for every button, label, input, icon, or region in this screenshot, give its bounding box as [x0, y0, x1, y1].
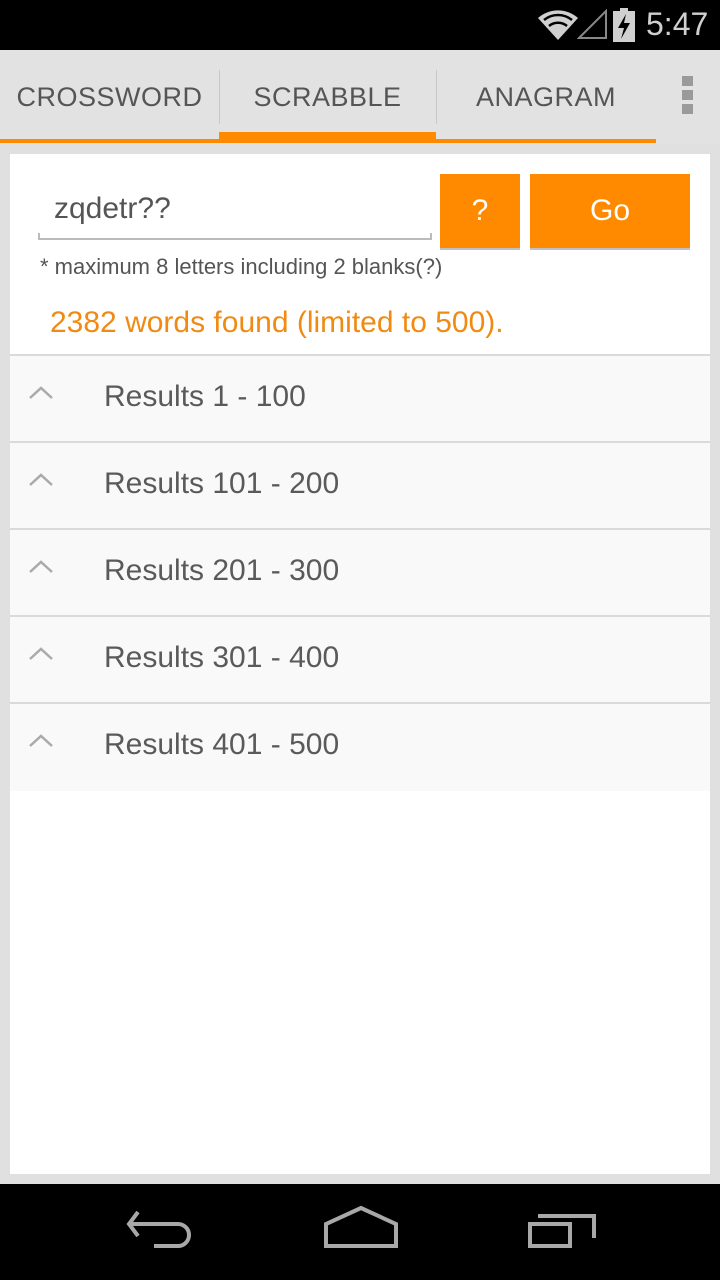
overflow-menu-icon[interactable]	[678, 76, 698, 120]
scrabble-panel: ? Go * maximum 8 letters including 2 bla…	[10, 154, 710, 1174]
status-bar: 5:47	[0, 0, 720, 50]
wifi-icon	[538, 10, 578, 40]
battery-charging-icon	[613, 8, 635, 42]
results-group-row[interactable]: Results 201 - 300	[10, 530, 710, 617]
chevron-up-icon	[29, 386, 53, 399]
help-button[interactable]: ?	[440, 174, 520, 248]
results-group-row[interactable]: Results 1 - 100	[10, 356, 710, 443]
results-list: Results 1 - 100 Results 101 - 200 Result…	[10, 354, 710, 791]
input-hint: * maximum 8 letters including 2 blanks(?…	[40, 254, 443, 279]
active-tab-indicator	[219, 132, 436, 143]
status-time: 5:47	[646, 6, 709, 42]
result-summary: 2382 words found (limited to 500).	[50, 306, 504, 339]
results-group-label: Results 201 - 300	[104, 554, 340, 587]
tab-anagram[interactable]: ANAGRAM	[436, 50, 656, 144]
home-icon[interactable]	[310, 1202, 410, 1262]
system-nav-bar	[0, 1184, 720, 1280]
results-group-row[interactable]: Results 101 - 200	[10, 443, 710, 530]
input-underline	[38, 233, 432, 240]
chevron-up-icon	[29, 473, 53, 486]
chevron-up-icon	[29, 734, 53, 747]
results-group-label: Results 1 - 100	[104, 380, 306, 413]
chevron-up-icon	[29, 647, 53, 660]
results-group-row[interactable]: Results 401 - 500	[10, 704, 710, 791]
results-group-row[interactable]: Results 301 - 400	[10, 617, 710, 704]
recent-apps-icon[interactable]	[510, 1202, 610, 1262]
chevron-up-icon	[29, 560, 53, 573]
cell-signal-icon	[577, 9, 607, 39]
letters-input[interactable]	[38, 176, 432, 242]
back-icon[interactable]	[110, 1202, 210, 1262]
tab-crossword[interactable]: CROSSWORD	[0, 50, 219, 144]
app-content: CROSSWORD SCRABBLE ANAGRAM ? Go * maximu…	[0, 50, 720, 1184]
results-group-label: Results 301 - 400	[104, 641, 340, 674]
tab-bar: CROSSWORD SCRABBLE ANAGRAM	[0, 50, 720, 144]
go-button[interactable]: Go	[530, 174, 690, 248]
results-group-label: Results 401 - 500	[104, 728, 340, 761]
tab-scrabble[interactable]: SCRABBLE	[219, 50, 436, 144]
results-group-label: Results 101 - 200	[104, 467, 340, 500]
